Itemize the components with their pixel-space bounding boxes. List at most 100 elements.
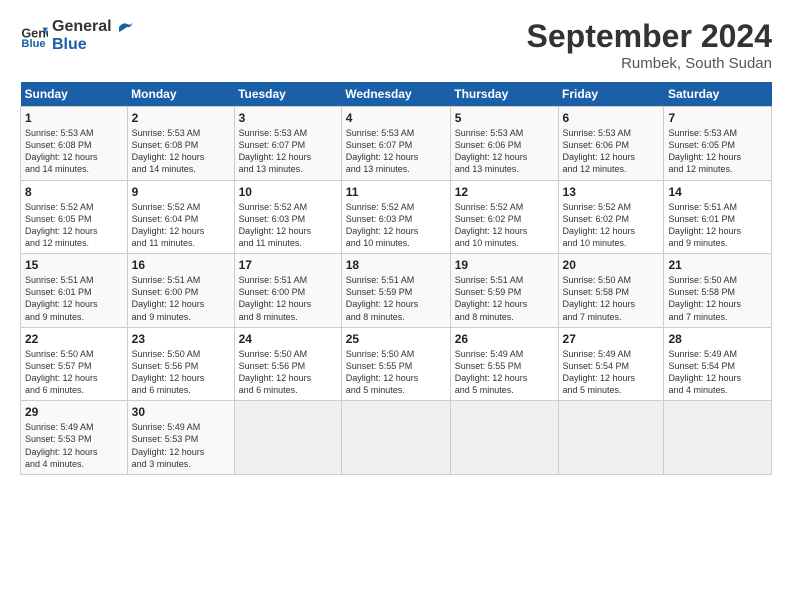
day-info: Sunrise: 5:50 AM Sunset: 5:57 PM Dayligh… [25,348,123,397]
day-info: Sunrise: 5:49 AM Sunset: 5:55 PM Dayligh… [455,348,554,397]
day-info: Sunrise: 5:50 AM Sunset: 5:55 PM Dayligh… [346,348,446,397]
table-row: 30 Sunrise: 5:49 AM Sunset: 5:53 PM Dayli… [127,401,234,475]
table-row: 21 Sunrise: 5:50 AM Sunset: 5:58 PM Dayli… [664,254,772,328]
day-number: 7 [668,111,767,125]
day-info: Sunrise: 5:51 AM Sunset: 6:01 PM Dayligh… [668,201,767,250]
day-number: 13 [563,185,660,199]
calendar-week-row: 1 Sunrise: 5:53 AM Sunset: 6:08 PM Daylig… [21,107,772,181]
day-number: 26 [455,332,554,346]
table-row: 13 Sunrise: 5:52 AM Sunset: 6:02 PM Dayli… [558,180,664,254]
table-row [664,401,772,475]
day-info: Sunrise: 5:51 AM Sunset: 6:01 PM Dayligh… [25,274,123,323]
day-info: Sunrise: 5:51 AM Sunset: 5:59 PM Dayligh… [346,274,446,323]
day-number: 21 [668,258,767,272]
day-info: Sunrise: 5:52 AM Sunset: 6:02 PM Dayligh… [563,201,660,250]
logo-blue: Blue [52,36,135,54]
table-row: 24 Sunrise: 5:50 AM Sunset: 5:56 PM Dayli… [234,327,341,401]
day-info: Sunrise: 5:50 AM Sunset: 5:58 PM Dayligh… [668,274,767,323]
day-info: Sunrise: 5:52 AM Sunset: 6:05 PM Dayligh… [25,201,123,250]
table-row [450,401,558,475]
calendar-table: Sunday Monday Tuesday Wednesday Thursday… [20,82,772,475]
day-number: 9 [132,185,230,199]
day-number: 10 [239,185,337,199]
table-row: 16Sunrise: 5:51 AM Sunset: 6:00 PM Dayli… [127,254,234,328]
logo: General Blue General Blue [20,18,135,55]
day-info: Sunrise: 5:53 AM Sunset: 6:07 PM Dayligh… [239,127,337,176]
col-saturday: Saturday [664,82,772,107]
day-info: Sunrise: 5:53 AM Sunset: 6:06 PM Dayligh… [455,127,554,176]
day-info: Sunrise: 5:52 AM Sunset: 6:04 PM Dayligh… [132,201,230,250]
col-friday: Friday [558,82,664,107]
day-info: Sunrise: 5:51 AM Sunset: 5:59 PM Dayligh… [455,274,554,323]
col-monday: Monday [127,82,234,107]
day-number: 24 [239,332,337,346]
day-info: Sunrise: 5:51 AM Sunset: 6:00 PM Dayligh… [239,274,337,323]
day-info: Sunrise: 5:50 AM Sunset: 5:56 PM Dayligh… [239,348,337,397]
logo-general: General [52,18,135,36]
table-row: 23 Sunrise: 5:50 AM Sunset: 5:56 PM Dayli… [127,327,234,401]
table-row: 4 Sunrise: 5:53 AM Sunset: 6:07 PM Daylig… [341,107,450,181]
table-row [234,401,341,475]
day-number: 2 [132,111,230,125]
table-row: 28 Sunrise: 5:49 AM Sunset: 5:54 PM Dayli… [664,327,772,401]
table-row [341,401,450,475]
calendar-week-row: 29Sunrise: 5:49 AM Sunset: 5:53 PM Dayli… [21,401,772,475]
day-info: Sunrise: 5:49 AM Sunset: 5:54 PM Dayligh… [563,348,660,397]
table-row [558,401,664,475]
table-row: 14 Sunrise: 5:51 AM Sunset: 6:01 PM Dayli… [664,180,772,254]
day-info: Sunrise: 5:49 AM Sunset: 5:53 PM Dayligh… [132,421,230,470]
table-row: 26 Sunrise: 5:49 AM Sunset: 5:55 PM Dayli… [450,327,558,401]
table-row: 9 Sunrise: 5:52 AM Sunset: 6:04 PM Daylig… [127,180,234,254]
table-row: 1 Sunrise: 5:53 AM Sunset: 6:08 PM Daylig… [21,107,128,181]
day-info: Sunrise: 5:50 AM Sunset: 5:58 PM Dayligh… [563,274,660,323]
day-info: Sunrise: 5:49 AM Sunset: 5:54 PM Dayligh… [668,348,767,397]
day-info: Sunrise: 5:53 AM Sunset: 6:07 PM Dayligh… [346,127,446,176]
day-number: 5 [455,111,554,125]
day-number: 25 [346,332,446,346]
calendar-week-row: 8Sunrise: 5:52 AM Sunset: 6:05 PM Daylig… [21,180,772,254]
day-number: 15 [25,258,123,272]
svg-text:Blue: Blue [21,39,45,51]
day-number: 30 [132,405,230,419]
header: General Blue General Blue September 2024… [20,18,772,72]
day-number: 28 [668,332,767,346]
day-info: Sunrise: 5:53 AM Sunset: 6:06 PM Dayligh… [563,127,660,176]
table-row: 2 Sunrise: 5:53 AM Sunset: 6:08 PM Daylig… [127,107,234,181]
day-info: Sunrise: 5:49 AM Sunset: 5:53 PM Dayligh… [25,421,123,470]
logo-bird-icon [117,20,135,34]
day-number: 20 [563,258,660,272]
calendar-page: General Blue General Blue September 2024… [0,0,792,485]
day-info: Sunrise: 5:53 AM Sunset: 6:08 PM Dayligh… [132,127,230,176]
table-row: 6Sunrise: 5:53 AM Sunset: 6:06 PM Daylig… [558,107,664,181]
day-info: Sunrise: 5:50 AM Sunset: 5:56 PM Dayligh… [132,348,230,397]
table-row: 25 Sunrise: 5:50 AM Sunset: 5:55 PM Dayli… [341,327,450,401]
day-number: 4 [346,111,446,125]
logo-icon: General Blue [20,22,48,50]
table-row: 18Sunrise: 5:51 AM Sunset: 5:59 PM Dayli… [341,254,450,328]
table-row: 12Sunrise: 5:52 AM Sunset: 6:02 PM Dayli… [450,180,558,254]
col-wednesday: Wednesday [341,82,450,107]
day-info: Sunrise: 5:53 AM Sunset: 6:08 PM Dayligh… [25,127,123,176]
table-row: 3 Sunrise: 5:53 AM Sunset: 6:07 PM Daylig… [234,107,341,181]
day-info: Sunrise: 5:52 AM Sunset: 6:02 PM Dayligh… [455,201,554,250]
col-thursday: Thursday [450,82,558,107]
table-row: 10 Sunrise: 5:52 AM Sunset: 6:03 PM Dayli… [234,180,341,254]
col-tuesday: Tuesday [234,82,341,107]
day-number: 1 [25,111,123,125]
table-row: 5 Sunrise: 5:53 AM Sunset: 6:06 PM Daylig… [450,107,558,181]
day-number: 27 [563,332,660,346]
title-block: September 2024 Rumbek, South Sudan [527,18,772,72]
day-info: Sunrise: 5:52 AM Sunset: 6:03 PM Dayligh… [239,201,337,250]
calendar-header-row: Sunday Monday Tuesday Wednesday Thursday… [21,82,772,107]
location: Rumbek, South Sudan [527,55,772,72]
day-number: 22 [25,332,123,346]
calendar-week-row: 22 Sunrise: 5:50 AM Sunset: 5:57 PM Dayli… [21,327,772,401]
day-info: Sunrise: 5:51 AM Sunset: 6:00 PM Dayligh… [132,274,230,323]
month-title: September 2024 [527,18,772,55]
calendar-week-row: 15 Sunrise: 5:51 AM Sunset: 6:01 PM Dayli… [21,254,772,328]
day-number: 14 [668,185,767,199]
table-row: 29Sunrise: 5:49 AM Sunset: 5:53 PM Dayli… [21,401,128,475]
day-number: 23 [132,332,230,346]
day-number: 3 [239,111,337,125]
table-row: 27 Sunrise: 5:49 AM Sunset: 5:54 PM Dayli… [558,327,664,401]
